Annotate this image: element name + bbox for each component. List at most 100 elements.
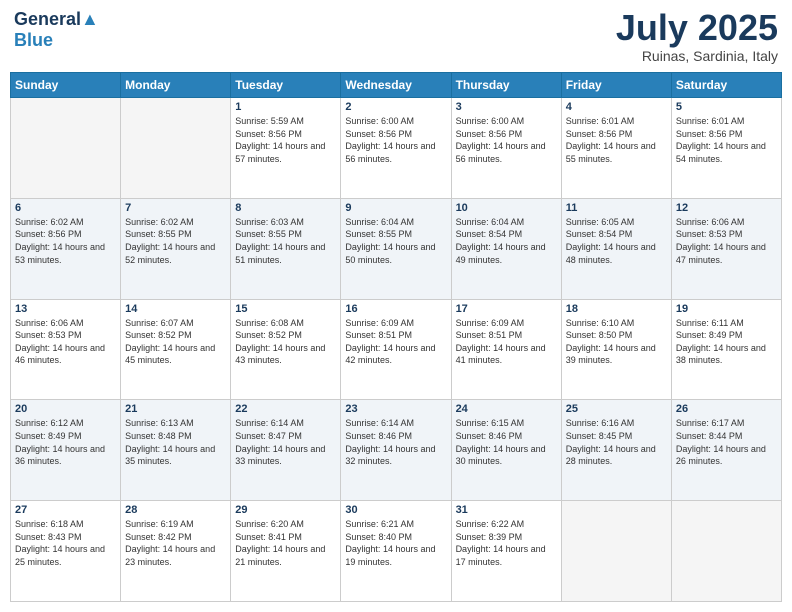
day-info: Sunrise: 6:02 AMSunset: 8:55 PMDaylight:… [125,216,226,266]
day-info: Sunrise: 6:21 AMSunset: 8:40 PMDaylight:… [345,518,446,568]
calendar-cell: 4Sunrise: 6:01 AMSunset: 8:56 PMDaylight… [561,98,671,199]
day-info: Sunrise: 6:02 AMSunset: 8:56 PMDaylight:… [15,216,116,266]
calendar-cell: 7 Sunrise: 6:02 AMSunset: 8:55 PMDaylight… [121,198,231,299]
day-header-friday: Friday [561,73,671,98]
day-number: 20 [15,403,116,415]
day-info: Sunrise: 6:18 AMSunset: 8:43 PMDaylight:… [15,518,116,568]
calendar-cell: 1 Sunrise: 5:59 AMSunset: 8:56 PMDaylight… [231,98,341,199]
calendar-cell [561,501,671,602]
day-info: Sunrise: 6:01 AMSunset: 8:56 PMDaylight:… [676,115,777,165]
calendar-cell: 2 Sunrise: 6:00 AMSunset: 8:56 PMDaylight… [341,98,451,199]
calendar-cell: 31 Sunrise: 6:22 AMSunset: 8:39 PMDayligh… [451,501,561,602]
day-number: 29 [235,504,336,516]
day-info: Sunrise: 6:04 AMSunset: 8:55 PMDaylight:… [345,216,446,266]
calendar-week-row: 1 Sunrise: 5:59 AMSunset: 8:56 PMDaylight… [11,98,782,199]
calendar-cell: 19 Sunrise: 6:11 AMSunset: 8:49 PMDayligh… [671,299,781,400]
calendar-week-row: 27 Sunrise: 6:18 AMSunset: 8:43 PMDayligh… [11,501,782,602]
calendar-cell: 29 Sunrise: 6:20 AMSunset: 8:41 PMDayligh… [231,501,341,602]
day-number: 6 [15,202,116,214]
day-info: Sunrise: 6:14 AMSunset: 8:47 PMDaylight:… [235,417,336,467]
calendar-table: SundayMondayTuesdayWednesdayThursdayFrid… [10,72,782,602]
day-number: 22 [235,403,336,415]
calendar-cell: 13 Sunrise: 6:06 AMSunset: 8:53 PMDayligh… [11,299,121,400]
day-number: 11 [566,202,667,214]
day-info: Sunrise: 6:11 AMSunset: 8:49 PMDaylight:… [676,317,777,367]
day-info: Sunrise: 6:00 AMSunset: 8:56 PMDaylight:… [456,115,557,165]
day-info: Sunrise: 6:06 AMSunset: 8:53 PMDaylight:… [676,216,777,266]
calendar-cell: 8Sunrise: 6:03 AMSunset: 8:55 PMDaylight… [231,198,341,299]
day-info: Sunrise: 6:06 AMSunset: 8:53 PMDaylight:… [15,317,116,367]
day-header-wednesday: Wednesday [341,73,451,98]
calendar-cell: 6 Sunrise: 6:02 AMSunset: 8:56 PMDaylight… [11,198,121,299]
day-number: 7 [125,202,226,214]
day-number: 23 [345,403,446,415]
calendar-cell: 3 Sunrise: 6:00 AMSunset: 8:56 PMDaylight… [451,98,561,199]
day-number: 12 [676,202,777,214]
calendar-week-row: 20 Sunrise: 6:12 AMSunset: 8:49 PMDayligh… [11,400,782,501]
day-number: 21 [125,403,226,415]
day-info: Sunrise: 6:03 AMSunset: 8:55 PMDaylight:… [235,216,336,266]
day-number: 25 [566,403,667,415]
logo-text: General▲ [14,10,99,30]
calendar-header-row: SundayMondayTuesdayWednesdayThursdayFrid… [11,73,782,98]
day-info: Sunrise: 6:16 AMSunset: 8:45 PMDaylight:… [566,417,667,467]
calendar-cell: 18Sunrise: 6:10 AMSunset: 8:50 PMDayligh… [561,299,671,400]
day-info: Sunrise: 6:20 AMSunset: 8:41 PMDaylight:… [235,518,336,568]
calendar-cell: 22 Sunrise: 6:14 AMSunset: 8:47 PMDayligh… [231,400,341,501]
calendar-week-row: 13 Sunrise: 6:06 AMSunset: 8:53 PMDayligh… [11,299,782,400]
day-number: 30 [345,504,446,516]
day-info: Sunrise: 6:09 AMSunset: 8:51 PMDaylight:… [345,317,446,367]
day-info: Sunrise: 6:12 AMSunset: 8:49 PMDaylight:… [15,417,116,467]
day-info: Sunrise: 6:17 AMSunset: 8:44 PMDaylight:… [676,417,777,467]
day-info: Sunrise: 5:59 AMSunset: 8:56 PMDaylight:… [235,115,336,165]
calendar-week-row: 6 Sunrise: 6:02 AMSunset: 8:56 PMDaylight… [11,198,782,299]
calendar-cell [121,98,231,199]
calendar-cell: 12 Sunrise: 6:06 AMSunset: 8:53 PMDayligh… [671,198,781,299]
day-info: Sunrise: 6:10 AMSunset: 8:50 PMDaylight:… [566,317,667,367]
calendar-cell: 26 Sunrise: 6:17 AMSunset: 8:44 PMDayligh… [671,400,781,501]
calendar-cell: 27 Sunrise: 6:18 AMSunset: 8:43 PMDayligh… [11,501,121,602]
day-number: 1 [235,101,336,113]
calendar-cell: 14 Sunrise: 6:07 AMSunset: 8:52 PMDayligh… [121,299,231,400]
day-number: 17 [456,303,557,315]
day-number: 26 [676,403,777,415]
day-number: 31 [456,504,557,516]
day-number: 19 [676,303,777,315]
day-info: Sunrise: 6:22 AMSunset: 8:39 PMDaylight:… [456,518,557,568]
day-info: Sunrise: 6:07 AMSunset: 8:52 PMDaylight:… [125,317,226,367]
calendar-body: 1 Sunrise: 5:59 AMSunset: 8:56 PMDaylight… [11,98,782,602]
day-number: 15 [235,303,336,315]
day-number: 2 [345,101,446,113]
day-number: 13 [15,303,116,315]
calendar-cell: 10 Sunrise: 6:04 AMSunset: 8:54 PMDayligh… [451,198,561,299]
day-header-tuesday: Tuesday [231,73,341,98]
day-info: Sunrise: 6:09 AMSunset: 8:51 PMDaylight:… [456,317,557,367]
calendar-cell: 21Sunrise: 6:13 AMSunset: 8:48 PMDayligh… [121,400,231,501]
day-number: 14 [125,303,226,315]
day-number: 3 [456,101,557,113]
header: General▲ Blue July 2025 Ruinas, Sardinia… [10,10,782,64]
calendar-cell: 30 Sunrise: 6:21 AMSunset: 8:40 PMDayligh… [341,501,451,602]
day-number: 10 [456,202,557,214]
calendar-cell: 23Sunrise: 6:14 AMSunset: 8:46 PMDayligh… [341,400,451,501]
day-number: 9 [345,202,446,214]
calendar-cell: 24Sunrise: 6:15 AMSunset: 8:46 PMDayligh… [451,400,561,501]
day-info: Sunrise: 6:04 AMSunset: 8:54 PMDaylight:… [456,216,557,266]
day-number: 27 [15,504,116,516]
day-number: 24 [456,403,557,415]
logo: General▲ Blue [14,10,99,51]
day-info: Sunrise: 6:08 AMSunset: 8:52 PMDaylight:… [235,317,336,367]
calendar-cell: 20 Sunrise: 6:12 AMSunset: 8:49 PMDayligh… [11,400,121,501]
day-info: Sunrise: 6:00 AMSunset: 8:56 PMDaylight:… [345,115,446,165]
calendar-cell: 11 Sunrise: 6:05 AMSunset: 8:54 PMDayligh… [561,198,671,299]
day-number: 5 [676,101,777,113]
calendar-cell: 16 Sunrise: 6:09 AMSunset: 8:51 PMDayligh… [341,299,451,400]
calendar-cell: 25 Sunrise: 6:16 AMSunset: 8:45 PMDayligh… [561,400,671,501]
day-header-monday: Monday [121,73,231,98]
day-number: 16 [345,303,446,315]
calendar-cell: 28Sunrise: 6:19 AMSunset: 8:42 PMDayligh… [121,501,231,602]
calendar-cell: 15 Sunrise: 6:08 AMSunset: 8:52 PMDayligh… [231,299,341,400]
day-header-sunday: Sunday [11,73,121,98]
day-info: Sunrise: 6:05 AMSunset: 8:54 PMDaylight:… [566,216,667,266]
day-number: 4 [566,101,667,113]
